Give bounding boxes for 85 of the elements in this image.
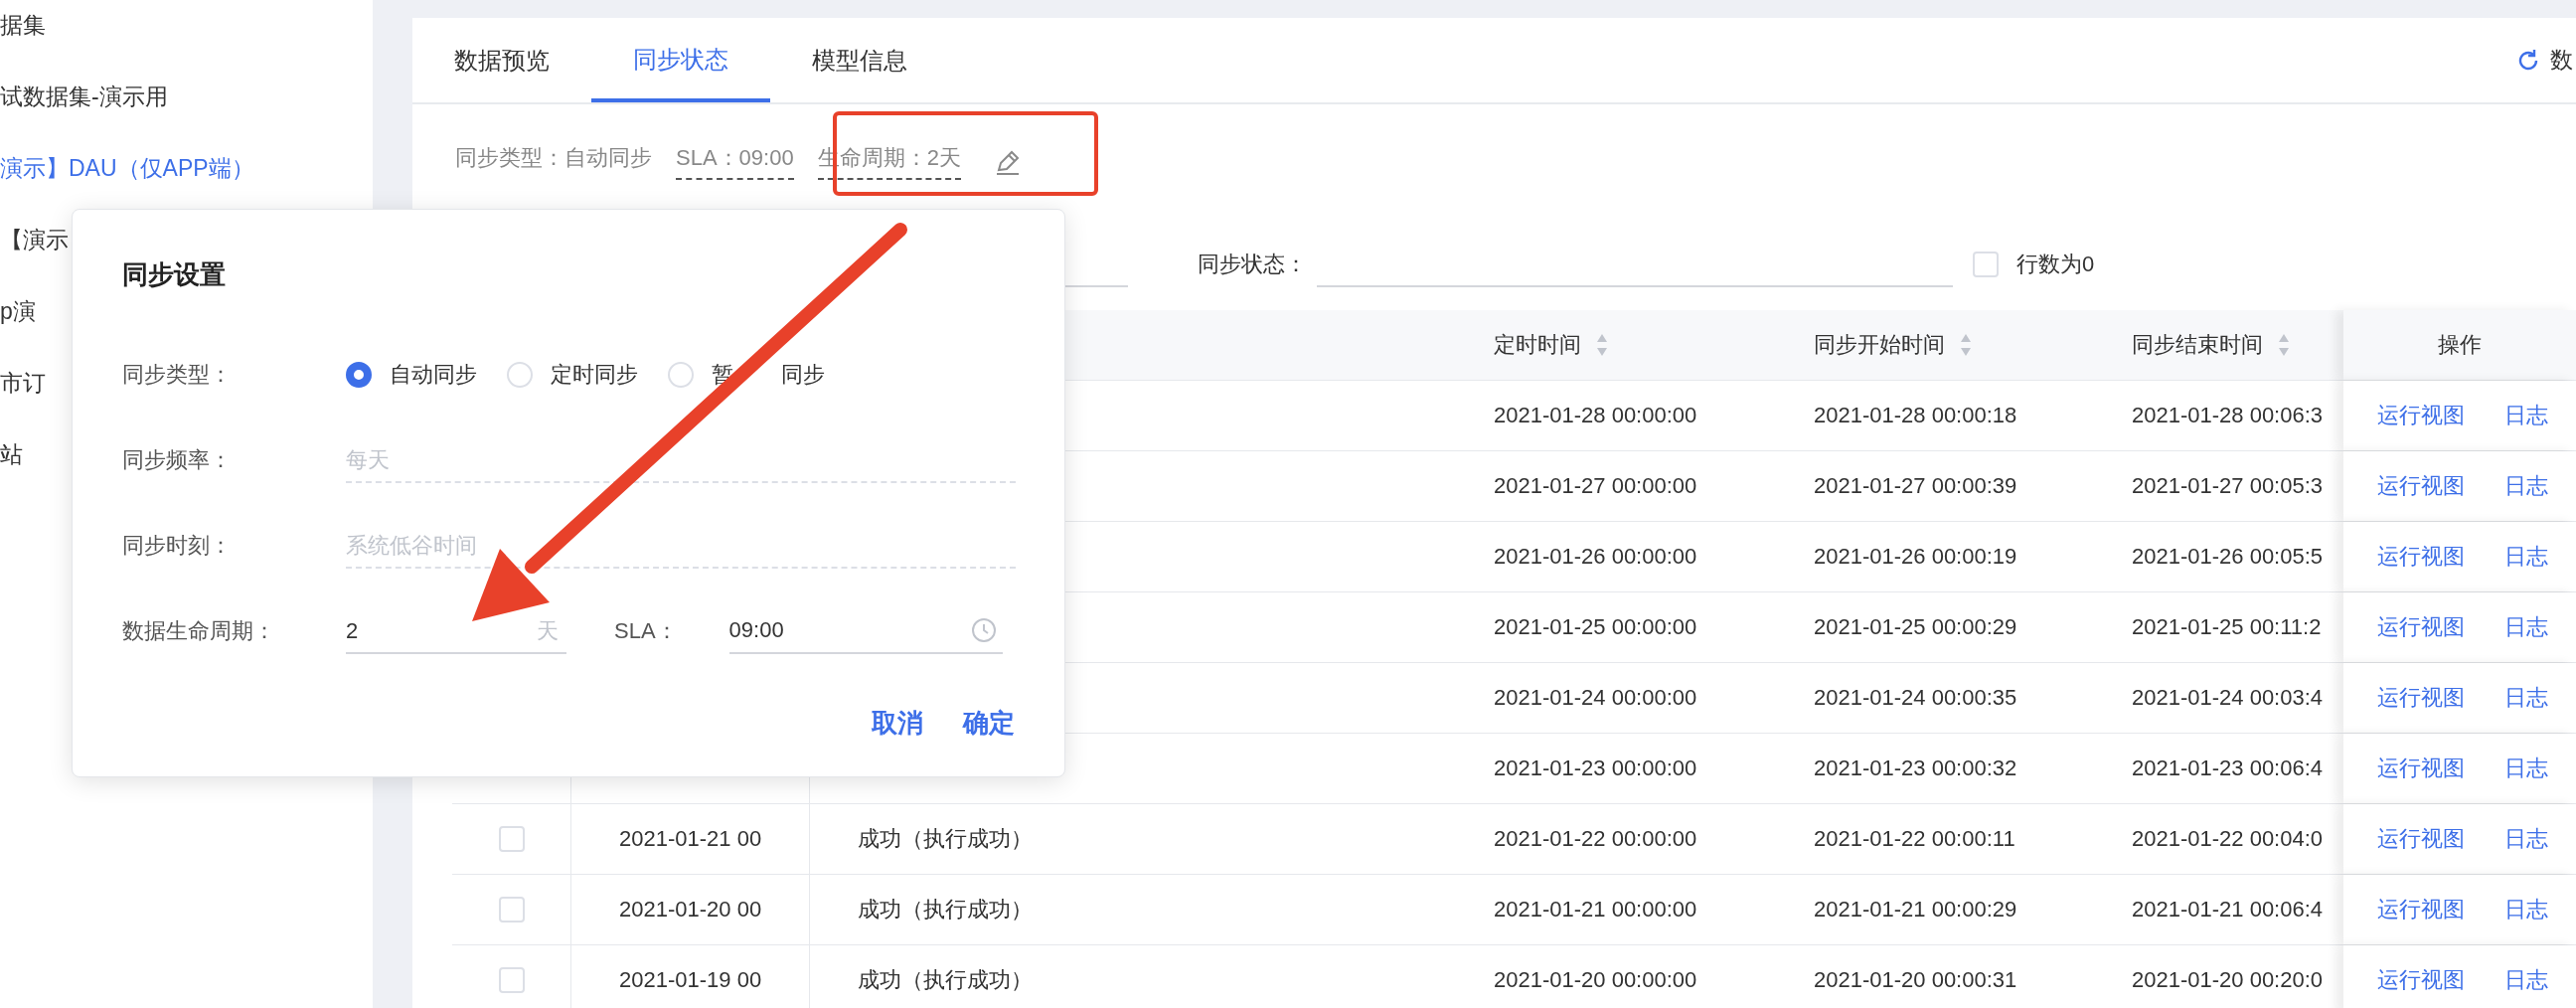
table-cell: 2021-01-25 00:00:29 [1814,614,2017,640]
sidebar-item[interactable]: 演示】DAU（仅APP端） [0,132,373,204]
action-link[interactable]: 运行视图 [2377,824,2465,854]
refresh-button[interactable]: 数 [2550,45,2573,76]
table-cell-text: 成功（执行成功） [858,896,1033,924]
row-checkbox[interactable] [498,967,525,993]
table-cell: 2021-01-22 00:00:00 [1494,826,1697,852]
sidebar-item[interactable]: 试数据集-演示用 [0,61,373,132]
sync-info-text: SLA：09:00 [676,143,794,180]
action-link[interactable]: 运行视图 [2377,542,2465,572]
table-cell: 2021-01-19 00 [619,967,762,993]
checkbox[interactable] [1973,252,1999,277]
checkbox-label: 行数为0 [2016,251,2095,278]
table-cell: 2021-01-24 00:00:00 [1494,685,1697,711]
radio-button[interactable] [346,362,372,388]
row-checkbox[interactable] [498,897,525,923]
sidebar-item[interactable]: 据集 [0,0,373,61]
radio-label: 同步 [781,361,825,389]
column-header: 操作 [2438,331,2482,359]
table-cell: 2021-01-23 00:00:32 [1814,756,2017,781]
row-checkbox[interactable] [498,826,525,852]
form-label: SLA： [614,617,678,645]
table-cell: 2021-01-23 00:00:00 [1494,756,1697,781]
table-cell: 2021-01-20 00:00:00 [1494,967,1697,993]
action-link[interactable]: 运行视图 [2377,754,2465,783]
action-link[interactable]: 日志 [2504,401,2548,430]
table-cell: 2021-01-20 00:00:31 [1814,967,2017,993]
form-label: 同步频率： [122,446,233,474]
form-label: 同步类型： [122,361,233,389]
dialog-button[interactable]: 取消 [872,700,923,747]
unit-label: 天 [537,617,559,645]
action-link[interactable]: 日志 [2504,824,2548,854]
time-field[interactable]: 09:00 [728,608,1003,654]
table-cell: 2021-01-22 00:00:11 [1814,826,2015,852]
table-cell: 2021-01-26 00:05:5 [2132,544,2324,570]
table-cell: 2021-01-21 00 [619,826,762,852]
table-cell: 2021-01-28 00:00:18 [1814,403,2017,428]
action-link[interactable]: 日志 [2504,612,2548,642]
table-cell: 2021-01-21 00:06:4 [2132,897,2324,923]
table-cell: 2021-01-21 00:00:00 [1494,897,1697,923]
table-cell: 2021-01-26 00:00:19 [1814,544,2017,570]
tab[interactable]: 同步状态 [591,18,770,102]
sync-info-text: 同步类型：自动同步 [455,144,652,172]
action-link[interactable]: 运行视图 [2377,895,2465,924]
action-link[interactable]: 日志 [2504,965,2548,995]
dialog-button[interactable]: 确定 [963,700,1015,747]
action-link[interactable]: 日志 [2504,895,2548,924]
action-link[interactable]: 运行视图 [2377,683,2465,713]
clock-icon [970,617,997,643]
table-cell: 2021-01-25 00:11:2 [2132,614,2322,640]
table-cell: 2021-01-28 00:06:3 [2132,403,2324,428]
table-cell-text: 成功（执行成功） [858,825,1033,853]
column-header: 同步开始时间 [1814,331,1945,359]
action-link[interactable]: 日志 [2504,754,2548,783]
action-link[interactable]: 运行视图 [2377,401,2465,430]
column-header: 定时时间 [1494,331,1581,359]
table-cell: 2021-01-24 00:03:4 [2132,685,2324,711]
table-cell: 2021-01-21 00:00:29 [1814,897,2017,923]
tab[interactable]: 模型信息 [770,18,949,102]
tab[interactable]: 数据预览 [412,18,591,102]
table-cell: 2021-01-23 00:06:4 [2132,756,2324,781]
table-cell: 2021-01-28 00:00:00 [1494,403,1697,428]
table-cell-text: 成功（执行成功） [858,966,1033,994]
radio-label: 自动同步 [390,361,477,389]
action-link[interactable]: 运行视图 [2377,471,2465,501]
action-link[interactable]: 运行视图 [2377,612,2465,642]
dialog-title: 同步设置 [122,258,227,291]
radio-label: 定时同步 [551,361,638,389]
table-cell: 2021-01-20 00:20:0 [2132,967,2324,993]
form-label: 同步时刻： [122,532,233,560]
table-cell: 2021-01-22 00:04:0 [2132,826,2324,852]
table-cell: 2021-01-20 00 [619,897,762,923]
filter-label: 同步状态： [1198,251,1307,278]
action-link[interactable]: 日志 [2504,471,2548,501]
form-label: 数据生命周期： [122,617,276,645]
table-cell: 2021-01-24 00:00:35 [1814,685,2017,711]
table-cell: 2021-01-26 00:00:00 [1494,544,1697,570]
action-link[interactable]: 运行视图 [2377,965,2465,995]
table-cell: 2021-01-27 00:00:39 [1814,473,2017,499]
action-link[interactable]: 日志 [2504,542,2548,572]
table-cell: 2021-01-27 00:05:3 [2132,473,2324,499]
column-header: 同步结束时间 [2132,331,2263,359]
table-cell: 2021-01-25 00:00:00 [1494,614,1697,640]
action-link[interactable]: 日志 [2504,683,2548,713]
table-cell: 2021-01-27 00:00:00 [1494,473,1697,499]
